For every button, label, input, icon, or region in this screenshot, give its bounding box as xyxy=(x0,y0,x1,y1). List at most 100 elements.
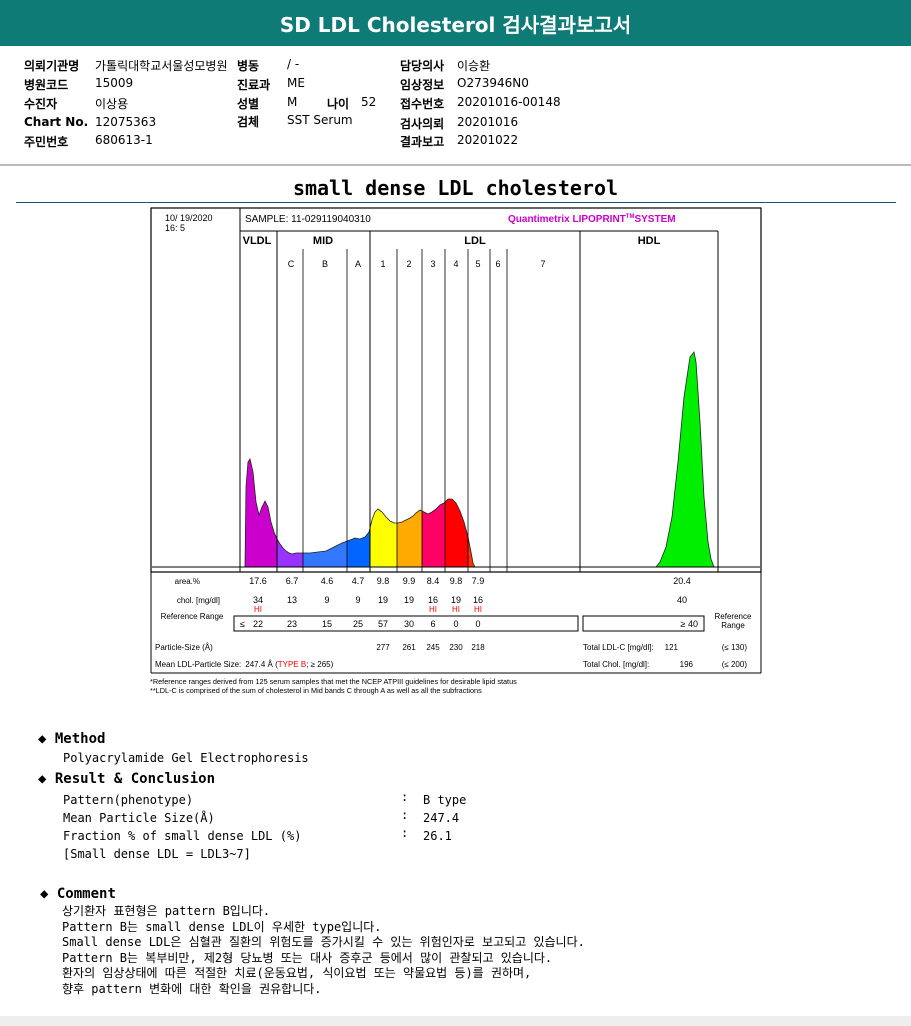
lipoprint-svg: 10/ 19/2020 16: 5 SAMPLE: 11-02911904031… xyxy=(150,207,762,695)
ref-value: 0 xyxy=(475,619,480,629)
info-divider xyxy=(0,164,911,166)
total-ldl-label: Total LDL-C [mg/dl]: xyxy=(583,643,654,652)
resident-no-label: 주민번호 xyxy=(24,135,69,149)
value-table: 17.6 6.7 4.6 4.7 9.8 9.9 8.4 9.8 7.9 20.4 34 13 9 9 19… xyxy=(249,576,691,652)
chart-no-label: Chart No. xyxy=(24,115,89,129)
mean-type: TYPE B xyxy=(278,660,306,669)
ref-value: 25 xyxy=(353,619,363,629)
doctor-value: 이승환 xyxy=(457,59,491,73)
area-value: 7.9 xyxy=(472,576,485,586)
row-label-area: area.% xyxy=(175,577,200,586)
group-label: VLDL xyxy=(243,235,272,247)
area-value: 9.9 xyxy=(403,576,416,586)
diamond-bullet-icon: ◆ xyxy=(40,886,49,902)
mean-size: 247.4 Å ( xyxy=(245,660,278,669)
comment-section: ◆ Comment 상기환자 표현형은 pattern B입니다. Patter… xyxy=(40,886,585,997)
report-date-label: 결과보고 xyxy=(400,135,445,149)
ref-value: 0 xyxy=(453,619,458,629)
group-label: HDL xyxy=(638,235,661,247)
particle-size-value: 230 xyxy=(449,643,463,652)
chart-no-value: 12075363 xyxy=(95,115,157,129)
row-label-particle: Particle-Size (Å) xyxy=(155,643,213,652)
report-title: small dense LDL cholesterol xyxy=(292,176,619,200)
specimen-label: 검체 xyxy=(237,115,260,129)
result-label: Fraction % of small dense LDL (%) xyxy=(63,829,302,843)
row-label-ref: Reference Range xyxy=(160,612,224,621)
area-value: 20.4 xyxy=(673,576,691,586)
band-label: A xyxy=(355,259,361,269)
band-label: 1 xyxy=(380,259,385,269)
area-value: 9.8 xyxy=(377,576,390,586)
chart-brand-name: Quantimetrix LIPOPRINT xyxy=(508,214,626,225)
report-header: SD LDL Cholesterol 검사결과보고서 xyxy=(0,0,911,46)
comment-body: 상기환자 표현형은 pattern B입니다. Pattern B는 small… xyxy=(62,904,585,997)
chol-value: 40 xyxy=(677,595,687,605)
particle-size-value: 245 xyxy=(426,643,440,652)
footnote-2: **LDL-C is comprised of the sum of chole… xyxy=(150,686,482,695)
method-section: ◆ Method Polyacrylamide Gel Electrophore… xyxy=(38,731,309,765)
method-heading: ◆ Method xyxy=(38,731,309,747)
chol-value: 34 xyxy=(253,595,263,605)
resident-no-value: 680613-1 xyxy=(95,133,153,147)
comment-line: Small dense LDL은 심혈관 질환의 위험도를 증가시킬 수 있는 … xyxy=(62,935,585,949)
lipoprint-chart: 10/ 19/2020 16: 5 SAMPLE: 11-02911904031… xyxy=(150,207,762,697)
result-colon: : xyxy=(401,790,409,804)
result-label: Pattern(phenotype) xyxy=(63,793,194,807)
footnote-1: *Reference ranges derived from 125 serum… xyxy=(150,677,517,686)
method-text: Polyacrylamide Gel Electrophoresis xyxy=(63,751,309,765)
comment-line: 환자의 임상상태에 따른 적절한 치료(운동요법, 식이요법 또는 약물요법 등… xyxy=(62,966,532,980)
total-chol-value: 196 xyxy=(680,660,694,669)
chol-value: 16 xyxy=(428,595,438,605)
hi-flag: HI xyxy=(429,605,437,614)
result-colon: : xyxy=(401,808,409,822)
comment-heading: ◆ Comment xyxy=(40,886,585,902)
title-divider xyxy=(16,202,896,203)
comment-heading-text: Comment xyxy=(56,886,116,902)
ref-value: 30 xyxy=(404,619,414,629)
chol-value: 16 xyxy=(473,595,483,605)
chart-brand-tm: TM xyxy=(626,214,635,220)
diamond-bullet-icon: ◆ xyxy=(38,731,47,747)
institution-value: 가톨릭대학교서울성모병원 xyxy=(95,59,228,73)
receipt-no-label: 접수번호 xyxy=(400,97,445,111)
group-label: MID xyxy=(313,235,333,247)
hospital-code-value: 15009 xyxy=(95,76,134,90)
chart-brand-suffix: SYSTEM xyxy=(634,214,675,225)
request-date-label: 검사의뢰 xyxy=(400,117,445,131)
result-heading: ◆ Result & Conclusion xyxy=(38,771,503,787)
result-value: 26.1 xyxy=(423,829,452,843)
ref-right-label: Reference Range xyxy=(714,612,752,630)
ref-value: 23 xyxy=(287,619,297,629)
patient-value: 이상용 xyxy=(95,97,129,111)
hi-flag: HI xyxy=(474,605,482,614)
report-date-value: 20201022 xyxy=(457,133,519,147)
band-label: 6 xyxy=(495,259,500,269)
age-value: 52 xyxy=(361,95,377,109)
total-ldl-value: 121 xyxy=(665,643,679,652)
particle-size-value: 218 xyxy=(471,643,485,652)
comment-line: 상기환자 표현형은 pattern B입니다. xyxy=(62,904,271,918)
band-label: 3 xyxy=(430,259,435,269)
row-label-ref-box: Reference Range xyxy=(160,612,224,621)
chol-value: 13 xyxy=(287,595,297,605)
hi-flag: HI xyxy=(254,605,262,614)
area-value: 6.7 xyxy=(286,576,299,586)
hospital-code-label: 병원코드 xyxy=(24,78,69,92)
clinical-info-label: 임상정보 xyxy=(400,78,445,92)
result-value: 247.4 xyxy=(423,811,460,825)
chart-sample: SAMPLE: 11-029119040310 xyxy=(245,214,371,225)
band-label: C xyxy=(288,259,295,269)
hi-flag: HI xyxy=(452,605,460,614)
patient-info: 의뢰기관명 가톨릭대학교서울성모병원 병동 / - 담당의사 이승환 병원코드 … xyxy=(0,54,911,162)
group-label: LDL xyxy=(464,235,486,247)
chol-value: 9 xyxy=(324,595,329,605)
mean-suffix: ; ≥ 265) xyxy=(306,660,333,669)
band-label: 2 xyxy=(406,259,411,269)
ref-prefix: ≤ xyxy=(240,619,245,629)
chol-value: 19 xyxy=(404,595,414,605)
chol-value: 19 xyxy=(378,595,388,605)
chart-date: 10/ 19/2020 xyxy=(165,213,213,223)
result-value: B type xyxy=(423,793,467,807)
area-value: 4.7 xyxy=(352,576,365,586)
band-label: 7 xyxy=(540,259,545,269)
